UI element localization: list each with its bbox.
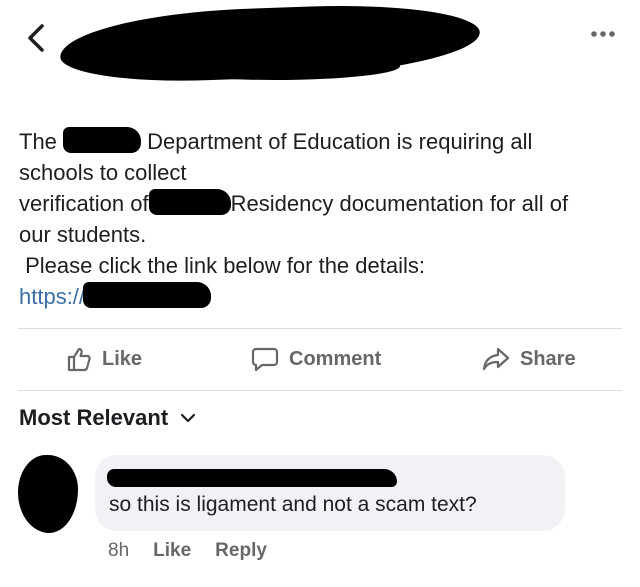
redaction-block [63,127,142,153]
post-text: The Department of Education is requiring… [19,126,629,312]
more-options-button[interactable] [588,24,618,44]
comment-time[interactable]: 8h [108,540,129,562]
redaction-block [148,189,231,215]
share-button[interactable]: Share [482,346,576,372]
post-line: Please click the link below for the deta… [19,253,425,278]
post-line: verification of Residency documentation f… [19,188,629,219]
sort-label: Most Relevant [19,405,169,430]
comment-reply-button[interactable]: Reply [215,540,267,562]
redacted-commenter-name[interactable] [107,469,397,487]
comment-button[interactable]: Comment [251,346,381,372]
share-arrow-icon [482,347,510,371]
like-button[interactable]: Like [66,346,142,372]
comment-label: Comment [289,347,382,370]
comment-meta: 8h Like Reply [108,540,267,562]
top-bar [0,0,640,86]
post-text-segment: The [19,129,57,154]
thumbs-up-icon [67,347,91,372]
post-line: The Department of Education is requiring… [19,126,629,157]
post-text-segment: Residency documentation for all of [230,191,569,216]
chevron-down-icon [181,413,196,423]
ellipsis-icon [591,31,615,37]
divider [18,390,622,391]
post-link[interactable]: https:// [19,284,85,309]
speech-bubble-icon [251,347,279,372]
comment-like-button[interactable]: Like [153,540,191,562]
post-actions: Like Comment Share [0,336,640,388]
post-line: our students. [19,222,147,247]
avatar[interactable] [18,455,78,533]
post-text-segment: Department of Education is requiring all [147,129,533,154]
comments-sort-dropdown[interactable]: Most Relevant [19,405,196,431]
chevron-left-icon [28,24,44,52]
back-button[interactable] [24,20,54,60]
redacted-header [150,52,400,80]
redaction-block [83,282,212,308]
like-label: Like [102,347,143,370]
comment-text: so this is ligament and not a scam text? [109,493,477,516]
post-line: https:// [19,281,629,312]
post-line: schools to collect [19,160,187,185]
share-label: Share [520,347,576,370]
comment-bubble: so this is ligament and not a scam text? [95,455,565,531]
divider [18,328,622,329]
post-text-segment: verification of [19,191,149,216]
